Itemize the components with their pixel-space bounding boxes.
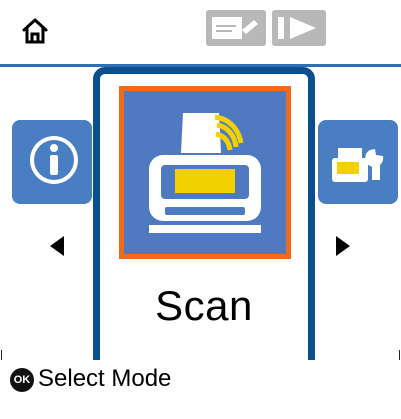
play-icon <box>272 10 326 46</box>
paper-print-icon <box>206 10 266 46</box>
maintenance-tile[interactable] <box>318 120 398 204</box>
home-icon[interactable] <box>20 16 50 46</box>
ok-key-icon: OK <box>10 368 34 392</box>
arrow-right-icon[interactable] <box>336 236 350 256</box>
footer-hint: Select Mode <box>38 365 172 392</box>
maintenance-icon <box>328 136 388 188</box>
info-icon <box>28 134 80 186</box>
selection-highlight <box>119 86 291 259</box>
info-tile[interactable] <box>12 120 92 204</box>
mode-label: Scan <box>155 282 253 329</box>
arrow-left-icon[interactable] <box>50 236 64 256</box>
top-bar <box>0 0 401 64</box>
